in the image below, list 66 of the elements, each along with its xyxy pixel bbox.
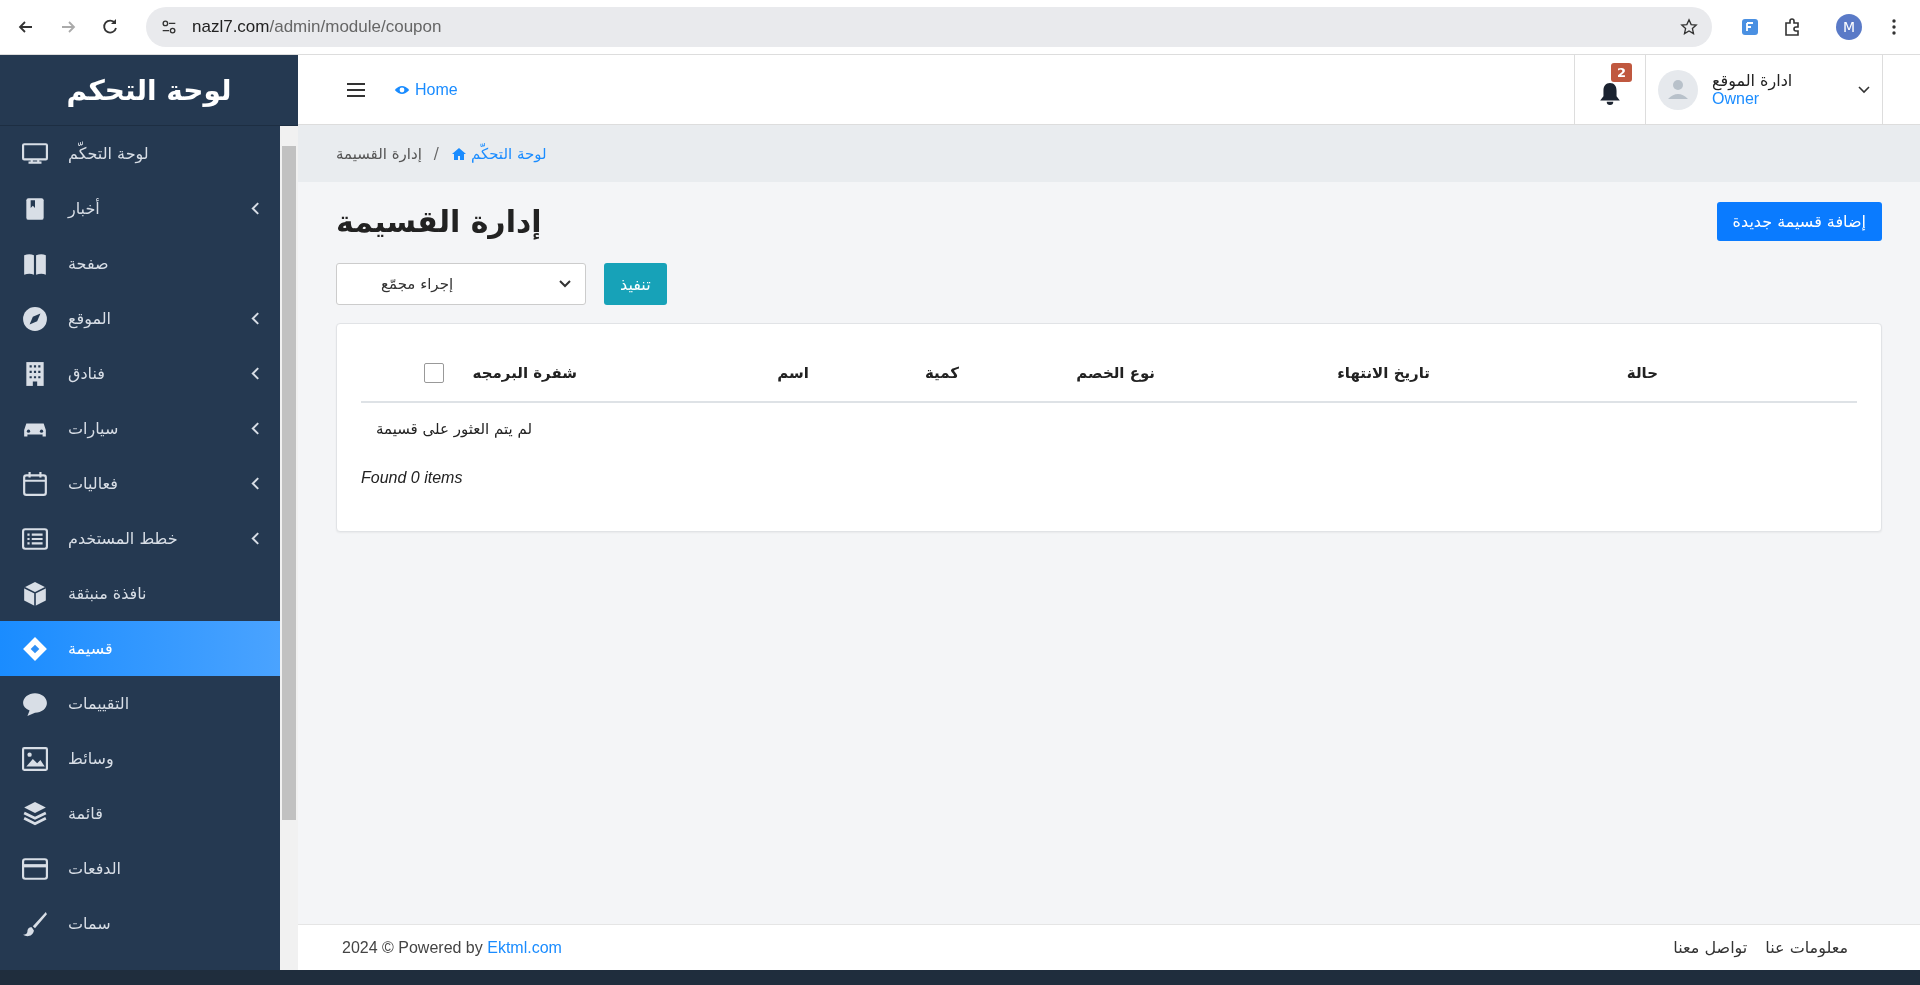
- column-header: اسم: [776, 363, 809, 382]
- sidebar-item[interactable]: فعاليات: [0, 456, 280, 511]
- menu-icon[interactable]: [346, 81, 366, 98]
- chevron-icon: [251, 201, 260, 216]
- extension-icon[interactable]: [1740, 17, 1760, 37]
- user-name: ادارة الموقع: [1712, 71, 1794, 90]
- chevron-icon: [251, 476, 260, 491]
- chevron-icon: [251, 366, 260, 381]
- site-settings-icon[interactable]: [160, 18, 178, 36]
- sidebar-item[interactable]: نافذة منبثقة: [0, 566, 280, 621]
- star-icon[interactable]: [1680, 18, 1698, 36]
- page-title: إدارة القسيمة: [336, 204, 542, 239]
- chat-icon: [22, 690, 48, 717]
- footer-link[interactable]: تواصل معنا: [1673, 938, 1748, 957]
- breadcrumb-current: إدارة القسيمة: [336, 144, 422, 163]
- items-count: Found 0 items: [361, 469, 464, 487]
- column-header: نوع الخصم: [1075, 363, 1155, 382]
- add-coupon-button[interactable]: إضافة قسيمة جديدة: [1716, 202, 1882, 241]
- notification-badge: 2: [1611, 63, 1633, 82]
- sidebar-item[interactable]: قائمة: [0, 786, 280, 841]
- avatar-icon: [1658, 69, 1698, 110]
- compass-icon: [22, 305, 48, 332]
- image-icon: [22, 745, 48, 772]
- footer-link[interactable]: معلومات عنا: [1765, 938, 1848, 957]
- column-header: شفرة البرمجه: [471, 363, 577, 382]
- eye-icon: [394, 83, 410, 96]
- sidebar-item[interactable]: خطط المستخدم: [0, 511, 280, 566]
- sidebar-item[interactable]: سمات: [0, 896, 280, 951]
- sidebar-item[interactable]: الموقع: [0, 291, 280, 346]
- sidebar-item[interactable]: التقييمات: [0, 676, 280, 731]
- url-text: nazl7.com/admin/module/coupon: [192, 17, 443, 37]
- column-header: حالة: [1625, 363, 1658, 382]
- home-icon: [450, 146, 467, 161]
- chevron-down-icon: [1858, 85, 1870, 94]
- sidebar-item[interactable]: أخبار: [0, 181, 280, 236]
- cube-icon: [22, 580, 48, 607]
- card-icon: [22, 855, 48, 882]
- column-header: كمية: [924, 363, 959, 382]
- brush-icon: [22, 910, 48, 937]
- breadcrumb-separator: /: [433, 144, 439, 163]
- copyright-text: 2024 © Powered by Ektml.com: [342, 938, 562, 957]
- bulk-action-select[interactable]: إجراء مجمّع: [336, 263, 586, 305]
- sidebar-item[interactable]: سيارات: [0, 401, 280, 456]
- select-all-checkbox[interactable]: [424, 362, 444, 383]
- column-header: تاريخ الانتهاء: [1336, 363, 1430, 382]
- sidebar-item[interactable]: الدفعات: [0, 841, 280, 896]
- user-role: Owner: [1712, 90, 1761, 108]
- scrollbar[interactable]: [280, 126, 298, 970]
- sidebar-item[interactable]: لوحة التحكّم: [0, 126, 280, 181]
- monitor-icon: [22, 140, 48, 167]
- chevron-icon: [251, 531, 260, 546]
- empty-message: لم يتم العثور على قسيمة: [375, 419, 533, 440]
- chevron-icon: [251, 421, 260, 436]
- calendar-icon: [22, 470, 48, 497]
- sidebar-item[interactable]: صفحة: [0, 236, 280, 291]
- ticket-icon: [22, 635, 48, 662]
- caret-icon: [559, 280, 571, 288]
- profile-avatar[interactable]: M: [1836, 14, 1862, 40]
- address-bar[interactable]: nazl7.com/admin/module/coupon: [146, 7, 1712, 47]
- sidebar-item[interactable]: وسائط: [0, 731, 280, 786]
- list-icon: [22, 525, 48, 552]
- layers-icon: [22, 800, 48, 827]
- bell-icon[interactable]: [1599, 81, 1621, 106]
- chevron-icon: [251, 311, 260, 326]
- sidebar-item[interactable]: فنادق: [0, 346, 280, 401]
- puzzle-icon[interactable]: [1782, 17, 1802, 37]
